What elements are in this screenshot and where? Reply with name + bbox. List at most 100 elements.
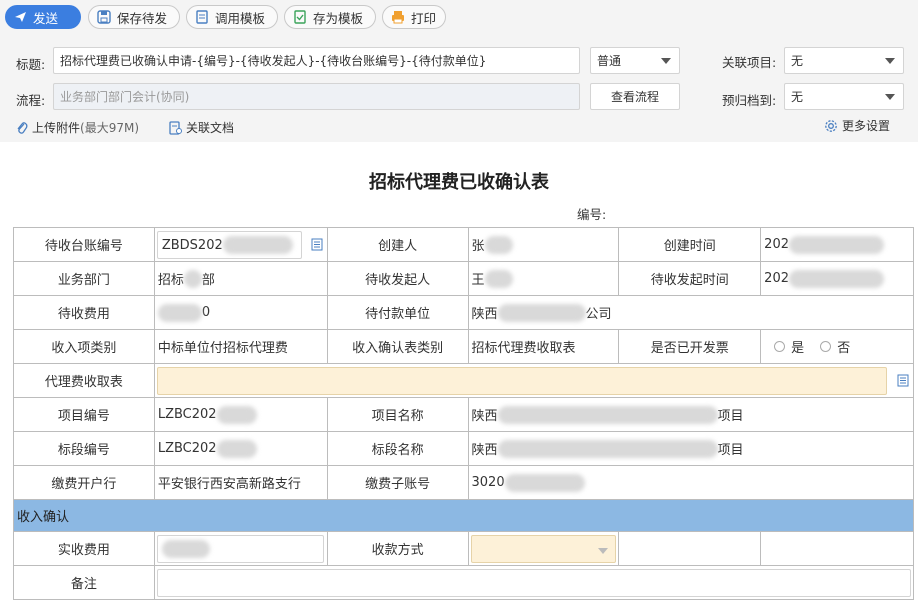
use-template-button[interactable]: 调用模板: [186, 5, 278, 29]
creator-text: 张: [471, 239, 485, 254]
save-pending-button[interactable]: 保存待发: [88, 5, 180, 29]
project-name-text: 陕西: [471, 409, 498, 424]
chevron-down-icon: [661, 58, 671, 64]
payment-method-cell: [468, 532, 620, 566]
send-label: 发送: [33, 10, 59, 26]
table-row: 项目编号 LZBC202 项目名称 陕西 项目: [14, 398, 914, 432]
payment-method-select[interactable]: [470, 535, 616, 563]
table-row: 备注: [14, 566, 914, 600]
invoice-yes-label: 是: [791, 341, 805, 356]
received-fee-cell: [154, 532, 328, 566]
pending-fee-text: 0: [201, 305, 211, 320]
remarks-input[interactable]: [156, 569, 911, 597]
save-pending-label: 保存待发: [117, 10, 168, 26]
payer-text: 陕西: [471, 307, 498, 322]
payer-label: 待付款单位: [327, 296, 469, 330]
print-icon: [392, 11, 404, 24]
agency-fee-sheet-input[interactable]: [156, 367, 887, 395]
section-header: 收入确认: [14, 500, 914, 532]
creator-label: 创建人: [327, 228, 469, 262]
redacted: [504, 473, 585, 492]
income-category-value: 中标单位付招标代理费: [154, 330, 328, 364]
table-row: 缴费开户行 平安银行西安高新路支行 缴费子账号 3020: [14, 466, 914, 500]
initiator-text: 王: [471, 273, 485, 288]
table-row: 标段编号 LZBC202 标段名称 陕西 项目: [14, 432, 914, 466]
toolbar: 发送 保存待发 调用模板 存为模板 打印: [0, 0, 918, 34]
redacted: [216, 439, 257, 458]
project-name-suffix: 项目: [717, 409, 744, 424]
archive-select[interactable]: 无: [784, 83, 904, 110]
title-input[interactable]: 招标代理费已收确认申请-{编号}-{待收发起人}-{待收台账编号}-{待付款单位…: [53, 47, 580, 74]
chevron-down-icon: [597, 548, 608, 554]
flow-input[interactable]: 业务部门部门会计(协同): [53, 83, 580, 110]
related-project-select[interactable]: 无: [784, 47, 904, 74]
print-label: 打印: [411, 10, 437, 26]
project-number-value: LZBC202: [154, 398, 328, 432]
table-row: 待收费用 0 待付款单位 陕西 公司: [14, 296, 914, 330]
document-picker-icon[interactable]: [311, 238, 323, 251]
send-icon: [15, 12, 26, 22]
priority-value: 普通: [597, 54, 622, 68]
archive-value: 无: [791, 90, 804, 104]
income-category-label: 收入项类别: [14, 330, 155, 364]
invoice-no-radio[interactable]: [820, 341, 832, 352]
redacted: [161, 540, 210, 558]
upload-attachment-link[interactable]: 上传附件 (最大97M): [16, 119, 139, 136]
flow-value: 业务部门部门会计(协同): [60, 90, 190, 104]
empty-cell: [761, 532, 914, 566]
department-label: 业务部门: [14, 262, 155, 296]
empty-cell: [619, 532, 762, 566]
print-button[interactable]: 打印: [382, 5, 446, 29]
remarks-label: 备注: [14, 566, 155, 600]
department-value: 招标 部: [154, 262, 328, 296]
bank-value: 平安银行西安高新路支行: [154, 466, 328, 500]
confirm-type-value: 招标代理费收取表: [468, 330, 620, 364]
related-doc-label: 关联文档: [186, 121, 235, 135]
invoice-issued-label: 是否已开发票: [619, 330, 762, 364]
initiate-time-label: 待收发起时间: [619, 262, 762, 296]
save-template-button[interactable]: 存为模板: [284, 5, 376, 29]
send-button[interactable]: 发送: [5, 5, 81, 29]
save-template-label: 存为模板: [313, 10, 364, 26]
section-number-text: LZBC202: [157, 441, 217, 456]
view-flow-button[interactable]: 查看流程: [590, 83, 680, 110]
confirm-type-label: 收入确认表类别: [327, 330, 469, 364]
redacted: [157, 303, 202, 322]
section-name-label: 标段名称: [327, 432, 469, 466]
form-number-label: 编号:: [577, 207, 607, 222]
section-header-row: 收入确认: [14, 500, 914, 532]
title-label: 标题:: [16, 57, 46, 72]
save-template-icon: [294, 10, 306, 24]
section-number-value: LZBC202: [154, 432, 328, 466]
section-number-label: 标段编号: [14, 432, 155, 466]
table-row: 业务部门 招标 部 待收发起人 王 待收发起时间 202: [14, 262, 914, 296]
remarks-cell: [154, 566, 914, 600]
received-fee-input[interactable]: [156, 535, 324, 563]
document-picker-icon[interactable]: [897, 374, 909, 387]
ledger-number-label: 待收台账编号: [14, 228, 155, 262]
more-settings-link[interactable]: 更多设置: [824, 117, 890, 134]
priority-select[interactable]: 普通: [590, 47, 680, 74]
table-row: 待收台账编号 ZBDS202 创建人 张 创建时间 202: [14, 228, 914, 262]
redacted: [183, 269, 202, 288]
create-time-text: 202: [764, 237, 789, 252]
redacted: [497, 405, 718, 424]
chevron-down-icon: [885, 58, 895, 64]
ledger-number-input[interactable]: ZBDS202: [156, 231, 302, 259]
related-doc-link[interactable]: 关联文档: [169, 119, 234, 136]
title-value: 招标代理费已收确认申请-{编号}-{待收发起人}-{待收台账编号}-{待付款单位…: [60, 54, 487, 68]
table-row: 收入项类别 中标单位付招标代理费 收入确认表类别 招标代理费收取表 是否已开发票…: [14, 330, 914, 364]
invoice-yes-radio[interactable]: [774, 341, 786, 352]
form-title: 招标代理费已收确认表: [369, 172, 549, 193]
create-time-label: 创建时间: [619, 228, 762, 262]
invoice-no-label: 否: [837, 341, 851, 356]
sub-account-label: 缴费子账号: [327, 466, 469, 500]
received-fee-label: 实收费用: [14, 532, 155, 566]
gear-icon: [825, 119, 837, 132]
chevron-down-icon: [885, 94, 895, 100]
section-name-value: 陕西 项目: [468, 432, 914, 466]
ledger-number-cell: ZBDS202: [154, 228, 328, 262]
agency-fee-sheet-label: 代理费收取表: [14, 364, 155, 398]
section-name-suffix: 项目: [717, 443, 744, 458]
project-number-label: 项目编号: [14, 398, 155, 432]
